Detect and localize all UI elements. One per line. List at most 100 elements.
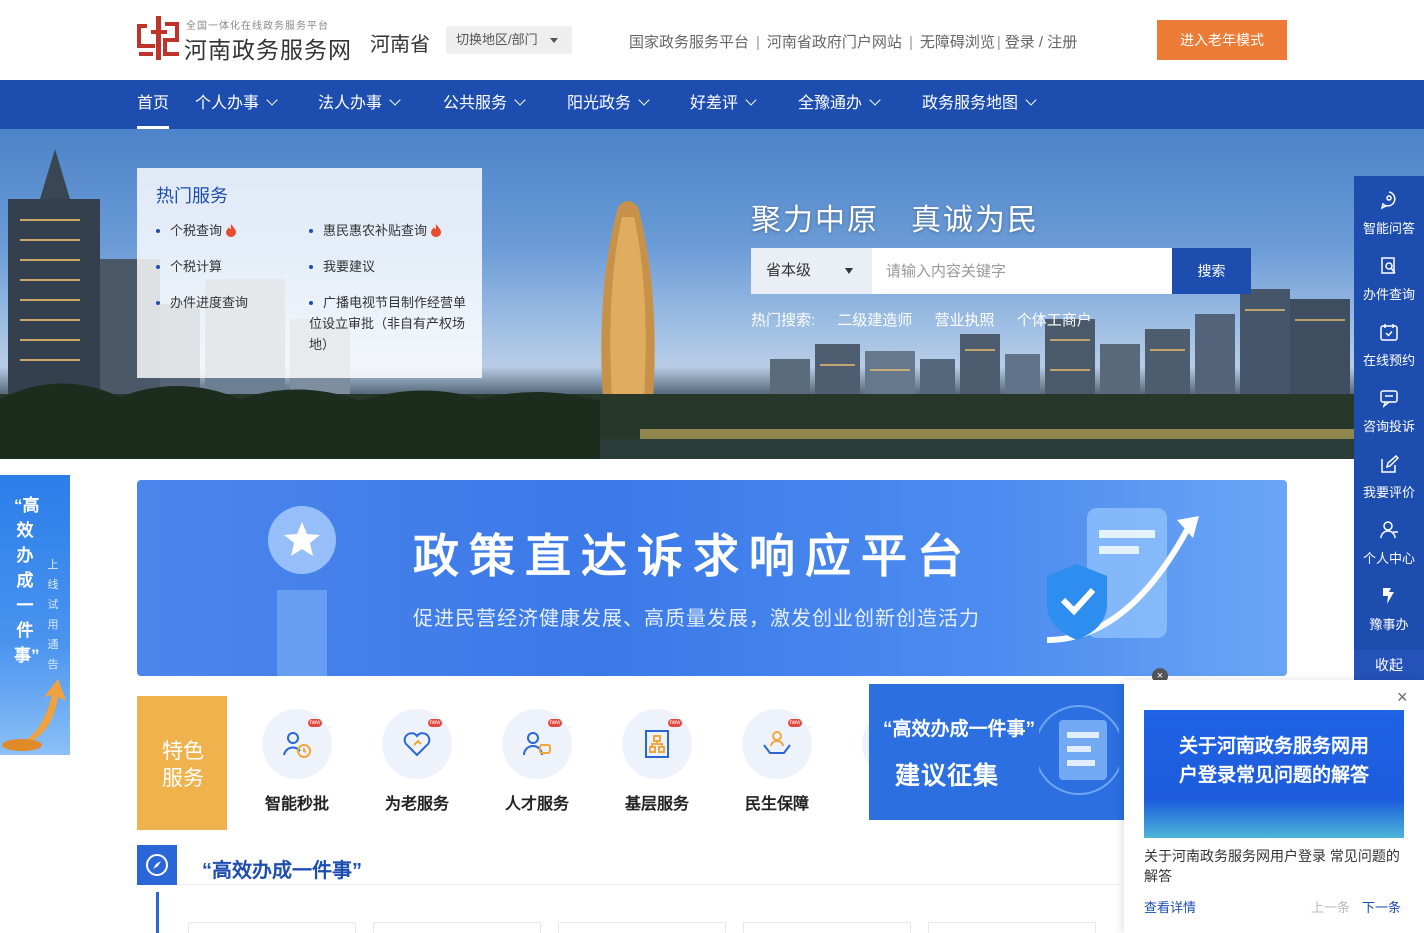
hot-item-label: 个税查询 — [170, 223, 223, 238]
section-card[interactable] — [928, 922, 1096, 933]
close-icon[interactable]: × — [1397, 688, 1408, 706]
hot-search-term[interactable]: 个体工商户 — [1017, 312, 1092, 329]
search-button[interactable]: 搜索 — [1172, 248, 1251, 294]
brain-icon — [1380, 191, 1396, 210]
nav-rating[interactable]: 好差评 — [690, 80, 757, 129]
sidebar-rate[interactable]: 我要评价 — [1354, 440, 1424, 506]
switch-region-button[interactable]: 切换地区/部门 — [446, 26, 572, 54]
top-links: 国家政务服务平台 | 河南省政府门户网站 | 无障碍浏览 | 登录 / 注册 — [629, 31, 1077, 52]
nav-home[interactable]: 首页 — [137, 80, 170, 129]
service-talent[interactable]: new 人才服务 — [482, 696, 592, 830]
search-input[interactable] — [872, 248, 1172, 294]
medal-icon — [268, 506, 336, 676]
bullet-icon — [309, 301, 313, 305]
new-badge: new — [428, 719, 442, 727]
heart-hand-icon — [403, 732, 431, 757]
service-livelihood[interactable]: new 民生保障 — [722, 696, 832, 830]
section-title: “高效办成一件事” — [202, 860, 362, 882]
nav-personal-label: 个人办事 — [195, 95, 260, 112]
section-card[interactable] — [188, 922, 356, 933]
policy-banner[interactable]: 政策直达诉求响应平台 促进民营经济健康发展、高质量发展，激发创业创新创造活力 — [137, 480, 1287, 676]
elder-mode-button[interactable]: 进入老年模式 — [1157, 20, 1287, 60]
logo-icon[interactable] — [137, 16, 181, 60]
nav-legal-person[interactable]: 法人办事 — [318, 80, 401, 129]
sidebar-consult-complaint[interactable]: 咨询投诉 — [1354, 374, 1424, 440]
link-national-platform[interactable]: 国家政务服务平台 — [629, 31, 749, 52]
hot-item-tax-query[interactable]: 个税查询 — [156, 220, 237, 241]
notice-next-button[interactable]: 下一条 — [1362, 897, 1401, 916]
hot-item-label: 个税计算 — [170, 259, 223, 274]
special-services-label-text: 特色服务 — [162, 740, 204, 790]
document-icon — [1039, 705, 1119, 795]
fire-icon — [431, 224, 442, 237]
arrow-up-icon — [2, 679, 66, 751]
sidebar-online-booking[interactable]: 在线预约 — [1354, 308, 1424, 374]
new-badge: new — [668, 719, 682, 727]
service-name: 为老服务 — [384, 796, 449, 813]
hot-item-label: 办件进度查询 — [170, 295, 249, 310]
user-icon — [1380, 521, 1398, 539]
hands-people-icon — [763, 731, 791, 754]
nav-sunshine-affairs[interactable]: 阳光政务 — [567, 80, 650, 129]
hot-item-subsidy-query[interactable]: 惠民惠农补贴查询 — [309, 220, 442, 241]
left-float-notice[interactable]: “高效办成一件事” 上线试用通告 — [0, 475, 70, 755]
switch-region-label: 切换地区/部门 — [456, 32, 538, 47]
service-name: 基层服务 — [624, 796, 689, 813]
hot-item-progress-query[interactable]: 办件进度查询 — [156, 292, 248, 313]
section-card[interactable] — [558, 922, 726, 933]
link-accessibility[interactable]: 无障碍浏览 — [920, 31, 995, 52]
hot-services-panel: 热门服务 个税查询 惠民惠农补贴查询 个税计算 我要建议 办件进度查询 广播电视… — [137, 168, 482, 378]
sidebar-label: 个人中心 — [1362, 551, 1415, 566]
chevron-down-icon — [745, 94, 757, 106]
hot-item-label: 惠民惠农补贴查询 — [323, 223, 428, 238]
hot-search-term[interactable]: 二级建造师 — [837, 312, 912, 329]
sidebar-yushiban[interactable]: 豫事办 — [1354, 572, 1424, 638]
bullet-icon — [156, 265, 160, 269]
notice-more-link[interactable]: 查看详情 — [1144, 897, 1196, 916]
sidebar-smart-qa[interactable]: 智能问答 — [1354, 176, 1424, 242]
suggestion-title: 建议征集 — [895, 762, 1000, 790]
right-sidebar: 智能问答 办件查询 在线预约 咨询投诉 我要评价 个人中心 豫事办 收起 — [1354, 176, 1424, 680]
suggestion-popup[interactable]: “高效办成一件事” 建议征集 — [869, 684, 1124, 820]
nav-personal[interactable]: 个人办事 — [195, 80, 278, 129]
bullet-icon — [309, 265, 313, 269]
hot-item-tax-calc[interactable]: 个税计算 — [156, 256, 222, 277]
section-card[interactable] — [743, 922, 911, 933]
hot-item-suggestion[interactable]: 我要建议 — [309, 256, 375, 277]
search-level-select[interactable]: 省本级 — [751, 248, 872, 294]
nav-legal-person-label: 法人办事 — [318, 95, 383, 112]
nav-service-map[interactable]: 政务服务地图 — [922, 80, 1037, 129]
notice-prev-button[interactable]: 上一条 — [1311, 897, 1350, 916]
logo-title[interactable]: 河南政务服务网 — [184, 31, 352, 65]
hot-item-label: 广播电视节目制作经营单位设立审批（非自有产权场地） — [309, 295, 467, 352]
section-timeline-bar — [156, 892, 159, 933]
notice-image[interactable]: 关于河南政务服务网用户登录常见问题的解答 — [1144, 710, 1404, 838]
service-smart-approval[interactable]: new 智能秒批 — [242, 696, 352, 830]
hot-item-label: 我要建议 — [323, 259, 376, 274]
section-icon-box — [137, 845, 177, 885]
service-grassroots[interactable]: new 基层服务 — [602, 696, 712, 830]
nav-province-wide[interactable]: 全豫通办 — [798, 80, 881, 129]
banner-slogan: 聚力中原 真诚为民 — [751, 204, 1039, 237]
section-card[interactable] — [373, 922, 541, 933]
hot-search-term[interactable]: 营业执照 — [935, 312, 995, 329]
service-elderly[interactable]: new 为老服务 — [362, 696, 472, 830]
service-icon-bg — [502, 709, 572, 779]
hot-item-broadcast-approval[interactable]: 广播电视节目制作经营单位设立审批（非自有产权场地） — [309, 292, 469, 355]
shield-check-icon — [1046, 508, 1199, 643]
service-icon-bg — [622, 709, 692, 779]
header: 全国一体化在线政务服务平台 河南政务服务网 河南省 切换地区/部门 国家政务服务… — [0, 0, 1424, 80]
sidebar-label: 智能问答 — [1362, 221, 1415, 236]
sidebar-collapse-button[interactable]: 收起 — [1354, 650, 1424, 680]
org-chart-icon — [645, 730, 669, 758]
sidebar-personal-center[interactable]: 个人中心 — [1354, 506, 1424, 572]
login-register-link[interactable]: 登录 / 注册 — [1005, 31, 1078, 52]
bullet-icon — [156, 301, 160, 305]
section-header: “高效办成一件事” — [137, 845, 1124, 885]
link-henan-portal[interactable]: 河南省政府门户网站 — [767, 31, 902, 52]
fire-icon — [226, 224, 237, 237]
sidebar-case-query[interactable]: 办件查询 — [1354, 242, 1424, 308]
nav-public-service[interactable]: 公共服务 — [443, 80, 526, 129]
notice-text[interactable]: 关于河南政务服务网用户登录 常见问题的解答 — [1144, 846, 1412, 886]
policy-title: 政策直达诉求响应平台 — [413, 530, 973, 582]
